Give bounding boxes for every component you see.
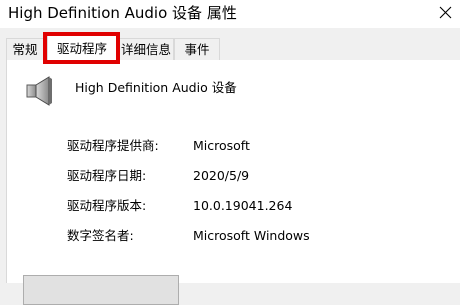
driver-tab-panel: High Definition Audio 设备 驱动程序提供商: Micros… bbox=[6, 60, 460, 305]
digital-signer-value: Microsoft Windows bbox=[193, 228, 310, 243]
title-bar: High Definition Audio 设备 属性 bbox=[0, 0, 460, 28]
tab-events[interactable]: 事件 bbox=[174, 38, 220, 60]
tab-events-label: 事件 bbox=[184, 42, 210, 57]
window-title: High Definition Audio 设备 属性 bbox=[8, 4, 237, 22]
driver-details-button[interactable] bbox=[23, 275, 179, 305]
tab-details[interactable]: 详细信息 bbox=[118, 38, 174, 60]
tab-general[interactable]: 常规 bbox=[6, 38, 44, 60]
speaker-icon bbox=[26, 76, 52, 106]
tab-general-label: 常规 bbox=[12, 42, 38, 57]
driver-provider-label: 驱动程序提供商: bbox=[67, 138, 159, 153]
driver-date-label: 驱动程序日期: bbox=[67, 168, 147, 183]
tab-highlight-box bbox=[43, 32, 120, 64]
driver-provider-value: Microsoft bbox=[193, 138, 250, 153]
device-name: High Definition Audio 设备 bbox=[75, 80, 237, 95]
close-button[interactable] bbox=[430, 0, 460, 28]
tab-details-label: 详细信息 bbox=[120, 42, 171, 57]
close-icon bbox=[439, 6, 452, 19]
digital-signer-label: 数字签名者: bbox=[67, 228, 134, 243]
driver-date-value: 2020/5/9 bbox=[193, 168, 250, 183]
driver-version-value: 10.0.19041.264 bbox=[193, 198, 293, 213]
driver-version-label: 驱动程序版本: bbox=[67, 198, 147, 213]
